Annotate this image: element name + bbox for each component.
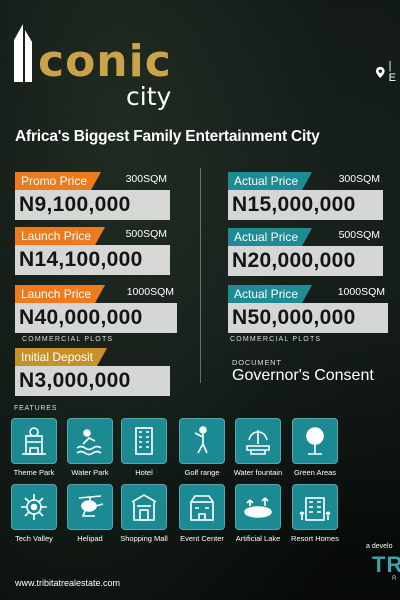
actual-price-card-1000: Actual Price 1000SQM N50,000,000 xyxy=(228,285,388,335)
price-label: Actual Price xyxy=(228,285,312,303)
price-size: 500SQM xyxy=(338,229,380,241)
feature-label: Artificial Lake xyxy=(235,534,281,543)
price-label: Actual Price xyxy=(228,228,312,246)
launch-price-card-500: Launch Price 500SQM N14,100,000 xyxy=(15,227,170,277)
website-link[interactable]: www.tribitatrealestate.com xyxy=(15,578,120,588)
price-size: 300SQM xyxy=(125,173,167,185)
price-size: 300SQM xyxy=(338,173,380,185)
commercial-plots-label-right: COMMERCIAL PLOTS xyxy=(230,336,322,343)
feature-green-areas: Green Areas xyxy=(286,418,344,477)
price-value: N14,100,000 xyxy=(15,245,170,275)
feature-water-fountain: Water fountain xyxy=(229,418,287,477)
water-park-icon xyxy=(76,429,102,456)
price-label: Launch Price xyxy=(15,227,105,245)
feature-label: Event Center xyxy=(180,534,224,543)
resort-icon xyxy=(299,497,331,521)
hotel-icon xyxy=(135,427,153,455)
feature-label: Helipad xyxy=(77,534,103,543)
feature-artificial-lake: Artificial Lake xyxy=(229,484,287,543)
location-text: | E xyxy=(388,60,396,84)
actual-price-card-500: Actual Price 500SQM N20,000,000 xyxy=(228,228,383,278)
initial-deposit-card: Initial Deposit N3,000,000 xyxy=(15,348,170,398)
price-value: N15,000,000 xyxy=(228,190,383,220)
feature-label: Hotel xyxy=(135,468,153,477)
developer-brand-logo: TRI xyxy=(372,552,400,577)
location: | E xyxy=(376,60,400,84)
logo-conic-text: conic xyxy=(38,36,172,87)
tree-icon xyxy=(306,427,324,455)
launch-price-card-1000: Launch Price 1000SQM N40,000,000 xyxy=(15,285,177,335)
commercial-plots-label-left: COMMERCIAL PLOTS xyxy=(22,336,114,343)
deposit-label: Initial Deposit xyxy=(15,348,107,366)
feature-hotel: Hotel xyxy=(115,418,173,477)
theme-park-icon xyxy=(22,427,46,455)
document-label: DOCUMENT xyxy=(232,358,282,367)
developer-text: a develo xyxy=(366,543,393,550)
price-size: 1000SQM xyxy=(126,286,174,298)
actual-price-card-300: Actual Price 300SQM N15,000,000 xyxy=(228,172,383,222)
tower-logo-icon xyxy=(14,24,32,82)
price-value: N20,000,000 xyxy=(228,246,383,276)
features-label: FEATURES xyxy=(14,405,58,412)
feature-label: Green Areas xyxy=(293,468,337,477)
price-size: 500SQM xyxy=(125,228,167,240)
golf-icon xyxy=(194,426,208,454)
feature-label: Tech Valley xyxy=(15,534,53,543)
tagline: Africa's Biggest Family Entertainment Ci… xyxy=(15,128,320,145)
feature-shopping-mall: Shopping Mall xyxy=(115,484,173,543)
feature-label: Water fountain xyxy=(233,468,283,477)
feature-label: Shopping Mall xyxy=(120,534,168,543)
feature-theme-park: Theme Park xyxy=(5,418,63,477)
price-label: Launch Price xyxy=(15,285,105,303)
feature-tech-valley: Tech Valley xyxy=(5,484,63,543)
developer-brand-sub: R xyxy=(392,576,397,582)
divider xyxy=(200,168,201,383)
feature-label: Theme Park xyxy=(13,468,55,477)
price-value: N9,100,000 xyxy=(15,190,170,220)
feature-resort-homes: Resort Homes xyxy=(286,484,344,543)
feature-golf-range: Golf range xyxy=(173,418,231,477)
price-value: N50,000,000 xyxy=(228,303,388,333)
fountain-icon xyxy=(246,430,270,455)
event-icon xyxy=(190,495,214,521)
price-size: 1000SQM xyxy=(337,286,385,298)
iconic-city-logo: conic city xyxy=(8,22,183,117)
deposit-value: N3,000,000 xyxy=(15,366,170,396)
feature-label: Resort Homes xyxy=(291,534,339,543)
location-pin-icon xyxy=(376,66,385,78)
logo-city-text: city xyxy=(126,82,172,111)
price-label: Actual Price xyxy=(228,172,312,190)
feature-label: Golf range xyxy=(184,468,220,477)
helipad-icon xyxy=(78,495,104,517)
tech-icon xyxy=(21,494,47,520)
promo-price-card-300: Promo Price 300SQM N9,100,000 xyxy=(15,172,170,222)
price-label: Promo Price xyxy=(15,172,101,190)
document-value: Governor's Consent xyxy=(232,367,374,384)
feature-helipad: Helipad xyxy=(61,484,119,543)
feature-event-center: Event Center xyxy=(173,484,231,543)
feature-label: Water Park xyxy=(71,468,109,477)
lake-icon xyxy=(244,497,272,518)
price-value: N40,000,000 xyxy=(15,303,177,333)
feature-water-park: Water Park xyxy=(61,418,119,477)
mall-icon xyxy=(131,494,157,521)
